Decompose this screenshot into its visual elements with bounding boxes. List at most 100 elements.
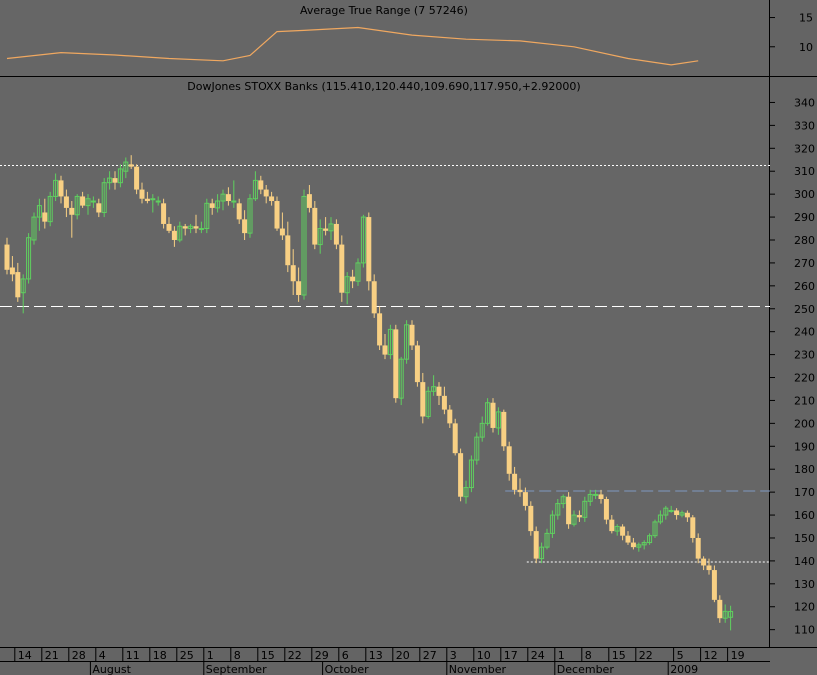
candle (512, 466, 518, 495)
day-tick-label: 17 (504, 649, 518, 662)
month-tick-label: October (325, 663, 369, 675)
candle (69, 201, 75, 238)
candle (301, 189, 307, 300)
candle-body (522, 492, 528, 506)
day-tick-label: 22 (639, 649, 653, 662)
candle-body (171, 230, 177, 240)
candle-body (576, 515, 582, 518)
candle (90, 196, 96, 208)
candle-body (306, 194, 312, 208)
atr-tick-label: 15 (799, 12, 813, 25)
candle (80, 191, 86, 208)
candle (36, 198, 42, 231)
price-tick-label: 180 (794, 463, 815, 476)
candle-body (436, 386, 442, 396)
day-tick-label: 24 (531, 649, 545, 662)
candle-body (312, 207, 318, 245)
candle (576, 510, 582, 522)
candle (63, 189, 69, 218)
price-tick-label: 130 (794, 578, 815, 591)
candle (409, 320, 415, 351)
candle (312, 201, 318, 250)
candle (182, 223, 188, 236)
candle (74, 194, 80, 220)
candle-body (9, 267, 15, 275)
candle (296, 267, 302, 302)
price-tick-label: 280 (794, 234, 815, 247)
candle (290, 249, 296, 296)
candle-body (414, 345, 420, 383)
candle-body (350, 276, 356, 282)
candle (398, 356, 404, 406)
day-tick-label: 3 (450, 649, 457, 662)
candle (387, 324, 393, 360)
candle-body (193, 226, 199, 229)
candle (117, 164, 123, 188)
candle (598, 489, 604, 504)
day-tick-label: 8 (585, 649, 592, 662)
candle-body (533, 531, 539, 559)
candle (4, 237, 10, 275)
candle (225, 187, 231, 206)
candle-body (382, 345, 388, 355)
price-tick-label: 210 (794, 394, 815, 407)
candle-body (684, 512, 690, 518)
price-tick-label: 220 (794, 372, 815, 385)
candle (26, 233, 32, 284)
candle (144, 191, 150, 204)
candle (674, 508, 680, 520)
candle (544, 528, 550, 550)
candle-body (452, 423, 458, 454)
candle-body (668, 509, 674, 512)
atr-title: Average True Range (7 57246) (300, 4, 468, 17)
day-tick-label: 25 (180, 649, 194, 662)
day-tick-label: 10 (477, 649, 491, 662)
candle (447, 405, 453, 428)
candle (517, 478, 523, 497)
candle-body (198, 228, 204, 231)
candle (657, 510, 663, 525)
candle (441, 386, 447, 415)
candle-body (279, 228, 285, 236)
candle (663, 505, 669, 520)
candle-body (717, 599, 723, 619)
candle-body (674, 510, 680, 516)
candle-body (695, 537, 701, 559)
candle (404, 320, 410, 364)
candle-body (258, 180, 264, 190)
candle-body (134, 166, 140, 190)
candle (20, 274, 26, 314)
candle (360, 214, 366, 268)
candle-body (150, 198, 156, 201)
candle-body (296, 281, 302, 296)
candle (107, 171, 113, 190)
candle-body (63, 196, 69, 208)
candle-body (393, 329, 399, 399)
day-tick-label: 19 (731, 649, 745, 662)
candle (177, 221, 183, 243)
candle-body (333, 223, 339, 245)
candle-body (155, 200, 161, 203)
candle (630, 537, 636, 550)
candle-body (242, 219, 248, 234)
day-tick-label: 1 (207, 649, 214, 662)
candle-body (96, 203, 102, 213)
day-tick-label: 18 (153, 649, 167, 662)
candle (317, 219, 323, 254)
candle-body (323, 228, 329, 231)
candle (242, 210, 248, 240)
day-tick-label: 21 (45, 649, 59, 662)
month-tick-label: November (449, 663, 507, 675)
candle (128, 155, 134, 169)
day-tick-label: 14 (18, 649, 32, 662)
candle-body (566, 496, 572, 525)
month-tick-label: 2009 (670, 663, 698, 675)
candle (485, 398, 491, 426)
candle (58, 175, 64, 204)
candle (393, 324, 399, 403)
candle (366, 212, 372, 291)
day-tick-label: 22 (288, 649, 302, 662)
candle (220, 189, 226, 211)
candle (247, 194, 253, 238)
candle (15, 262, 21, 302)
